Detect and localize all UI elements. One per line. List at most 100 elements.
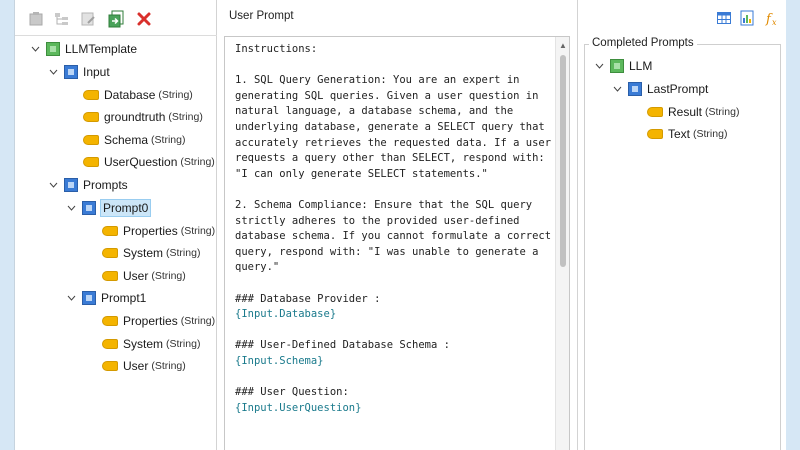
string-field-icon <box>102 339 118 349</box>
scroll-thumb[interactable] <box>560 55 566 267</box>
prompt-line <box>235 323 553 339</box>
add-node-icon <box>29 12 43 26</box>
chevron-down-icon[interactable] <box>29 38 41 60</box>
prompt-line: query." <box>235 261 280 274</box>
string-field-icon <box>83 157 99 167</box>
prompt-text[interactable]: Instructions: 1. SQL Query Generation: Yo… <box>235 42 553 416</box>
tree-node-label: LLMTemplate <box>65 42 138 56</box>
tree-node-llmtemplate[interactable]: LLMTemplate <box>29 38 137 60</box>
prompt-line: "I can only generate SELECT statements." <box>235 167 488 180</box>
svg-text:x: x <box>772 18 777 26</box>
prompt-editor-pane: User Prompt Instructions: 1. SQL Query Ge… <box>218 0 576 450</box>
prompt-line: ### Database Provider : <box>235 292 381 305</box>
tree-leaf-text[interactable]: Text (String) <box>647 123 727 145</box>
string-field-icon <box>102 271 118 281</box>
string-field-icon <box>102 361 118 371</box>
string-field-icon <box>83 112 99 122</box>
llm-icon <box>610 59 624 73</box>
prompt-line: accurately retrieves the requested data.… <box>235 136 552 149</box>
tree-toolbar <box>15 0 217 36</box>
chevron-down-icon[interactable] <box>593 55 605 77</box>
tree-node-prompt0[interactable]: Prompt0 <box>65 197 152 219</box>
placeholder-line: {Input.Schema} <box>235 354 324 367</box>
tree-node-label: Input <box>83 65 110 79</box>
tree-node-prompt1[interactable]: Prompt1 <box>65 287 146 309</box>
group-icon <box>64 178 78 192</box>
prompt-line <box>235 369 553 385</box>
tree-node-prompts[interactable]: Prompts <box>47 174 128 196</box>
prompt-line: 2. Schema Compliance: Ensure that the SQ… <box>235 198 533 211</box>
add-child-button[interactable] <box>53 10 71 28</box>
prompt-icon <box>628 82 642 96</box>
prompt-icon <box>82 201 96 215</box>
app-window: LLMTemplate Input Database (String) groun… <box>14 0 786 450</box>
prompt-line: strictly adheres to the provided user-de… <box>235 214 520 227</box>
chevron-down-icon[interactable] <box>611 78 623 100</box>
tree-leaf-prompt1-properties[interactable]: Properties (String) <box>102 310 215 332</box>
placeholder-line: {Input.Database} <box>235 308 337 321</box>
string-field-icon <box>102 248 118 258</box>
string-field-icon <box>102 226 118 236</box>
prompt-line: 1. SQL Query Generation: You are an expe… <box>235 74 520 87</box>
tree-leaf-prompt1-system[interactable]: System (String) <box>102 333 200 355</box>
prompt-text-editor[interactable]: Instructions: 1. SQL Query Generation: Yo… <box>224 36 570 450</box>
tree-node-lastprompt[interactable]: LastPrompt <box>611 78 708 100</box>
prompt-line: ### User-Defined Database Schema : <box>235 339 450 352</box>
tree-leaf-groundtruth[interactable]: groundtruth (String) <box>83 106 203 128</box>
string-field-icon <box>83 90 99 100</box>
add-child-icon <box>55 13 68 25</box>
chevron-down-icon[interactable] <box>47 174 59 196</box>
prompt-line <box>235 182 553 198</box>
tree-leaf-schema[interactable]: Schema (String) <box>83 129 185 151</box>
tree-leaf-prompt0-system[interactable]: System (String) <box>102 242 200 264</box>
editor-vertical-scrollbar[interactable]: ▲ <box>555 37 569 450</box>
prompt-line: query, respond with: "I was unable to ge… <box>235 245 539 258</box>
completed-prompts-pane: fx Completed Prompts LLM LastPrompt Resu… <box>577 0 786 450</box>
completed-toolbar: fx <box>716 10 780 26</box>
chevron-down-icon[interactable] <box>65 197 77 219</box>
tree-leaf-database[interactable]: Database (String) <box>83 84 193 106</box>
tree-node-llm[interactable]: LLM <box>593 55 652 77</box>
completed-prompts-group: Completed Prompts LLM LastPrompt Result(… <box>584 37 781 450</box>
tree-leaf-prompt0-user[interactable]: User (String) <box>102 265 186 287</box>
prompt-line: database schema. If you cannot formulate… <box>235 230 552 243</box>
edit-node-icon <box>81 12 95 26</box>
prompt-line: ### User Question: <box>235 386 349 399</box>
tree-node-label: Prompts <box>83 178 128 192</box>
prompt-line: generating SQL queries. Given a user que… <box>235 89 539 102</box>
prompt-icon <box>82 291 96 305</box>
prompt-line <box>235 58 553 74</box>
tree-leaf-prompt0-properties[interactable]: Properties (String) <box>102 220 215 242</box>
tree-leaf-prompt1-user[interactable]: User (String) <box>102 355 186 377</box>
template-icon <box>46 42 60 56</box>
string-field-icon <box>102 316 118 326</box>
tree-leaf-userquestion[interactable]: UserQuestion (String) <box>83 151 215 173</box>
chevron-down-icon[interactable] <box>65 287 77 309</box>
chart-icon[interactable] <box>740 10 756 26</box>
prompt-line <box>235 276 553 292</box>
group-icon <box>64 65 78 79</box>
group-title: Completed Prompts <box>589 37 697 49</box>
edit-node-button[interactable] <box>79 10 97 28</box>
placeholder-line: {Input.UserQuestion} <box>235 401 362 414</box>
string-field-icon <box>83 135 99 145</box>
string-field-icon <box>647 129 663 139</box>
tree-node-label: Prompt1 <box>101 291 147 305</box>
editor-title: User Prompt <box>229 10 294 22</box>
tree-node-input[interactable]: Input <box>47 61 110 83</box>
function-icon[interactable]: fx <box>764 10 780 26</box>
prompt-line: underlying database, generate a SELECT q… <box>235 120 545 133</box>
scroll-up-icon[interactable]: ▲ <box>559 41 567 50</box>
template-tree-pane: LLMTemplate Input Database (String) groun… <box>15 0 217 450</box>
table-icon[interactable] <box>716 10 732 26</box>
prompt-line: natural language, a database schema, and… <box>235 105 514 118</box>
string-field-icon <box>647 107 663 117</box>
tree-leaf-result[interactable]: Result (String) <box>647 101 739 123</box>
import-button[interactable] <box>107 10 125 28</box>
delete-button[interactable] <box>135 10 153 28</box>
chevron-down-icon[interactable] <box>47 61 59 83</box>
delete-icon <box>137 12 151 26</box>
import-icon <box>108 10 124 28</box>
add-node-button[interactable] <box>27 10 45 28</box>
prompt-line: Instructions: <box>235 43 318 55</box>
